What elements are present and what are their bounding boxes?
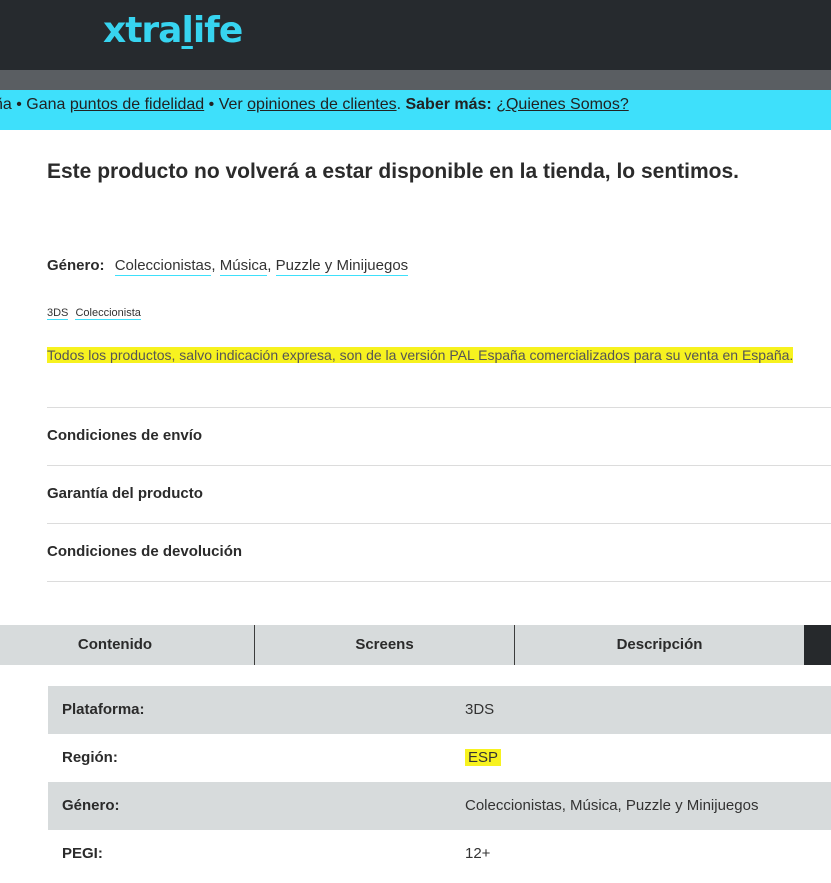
accordion-shipping-conditions[interactable]: Condiciones de envío (47, 407, 831, 465)
genre-link[interactable]: Puzzle y Minijuegos (275, 257, 409, 276)
table-row: PEGI: 12+ (62, 845, 491, 862)
ticker-text: • Ver (204, 96, 248, 113)
tab-contenido[interactable]: Contenido (0, 625, 255, 665)
tag-link[interactable]: 3DS (47, 307, 69, 320)
xtralife-logo[interactable]: xtralife (103, 10, 243, 52)
genre-label: Género: (47, 257, 105, 274)
table-row: Región: ESP (48, 734, 831, 782)
tag-link[interactable]: Coleccionista (75, 307, 141, 320)
table-row: Plataforma: 3DS (48, 686, 831, 734)
tag-list: 3DS Coleccionista (47, 307, 145, 320)
tab-more[interactable] (804, 625, 831, 665)
nav-strip (0, 70, 831, 90)
product-tabs: Contenido Screens Descripción (0, 625, 831, 665)
promo-ticker: ña • Gana puntos de fidelidad • Ver opin… (0, 90, 831, 130)
loyalty-points-link[interactable]: puntos de fidelidad (70, 96, 204, 113)
customer-reviews-link[interactable]: opiniones de clientes (247, 96, 396, 113)
divider (47, 581, 831, 582)
genre-line: Género: Coleccionistas, Música, Puzzle y… (47, 257, 409, 276)
tab-screens[interactable]: Screens (255, 625, 515, 665)
accordion-return-conditions[interactable]: Condiciones de devolución (47, 523, 831, 581)
accordion-product-warranty[interactable]: Garantía del producto (47, 465, 831, 523)
about-us-link[interactable]: ¿Quienes Somos? (496, 96, 629, 113)
specs-table: Plataforma: 3DS Región: ESP Género: Cole… (48, 686, 831, 878)
genre-link[interactable]: Música (219, 257, 268, 276)
region-notice: Todos los productos, salvo indicación ex… (47, 347, 794, 363)
table-row: Género: Coleccionistas, Música, Puzzle y… (48, 782, 831, 830)
tab-descripcion[interactable]: Descripción (515, 625, 804, 665)
genre-link[interactable]: Coleccionistas (114, 257, 212, 276)
ticker-text: ña • Gana (0, 96, 70, 113)
site-header: xtralife (0, 0, 831, 70)
unavailable-message: Este producto no volverá a estar disponi… (47, 160, 739, 183)
learn-more-label: Saber más: (405, 96, 492, 113)
region-badge: ESP (465, 749, 502, 766)
